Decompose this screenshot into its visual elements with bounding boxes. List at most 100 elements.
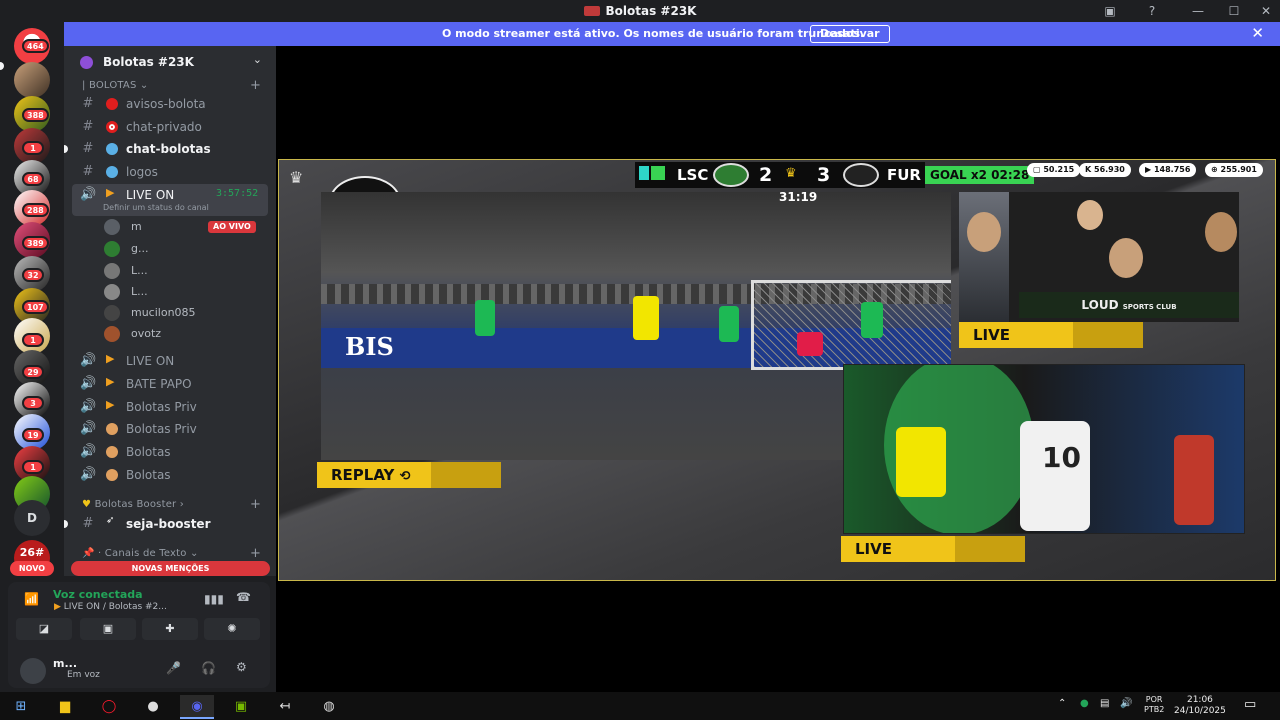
stat-value: 255.901 bbox=[1220, 165, 1257, 174]
voice-channel[interactable]: 🔊 Bolotas Priv bbox=[72, 418, 268, 440]
chevron-down-icon[interactable]: ⌄ bbox=[253, 53, 262, 66]
voice-channel-live-on-active[interactable]: 🔊 ▶ LIVE ON 3:57:52 Definir um status do… bbox=[72, 184, 268, 216]
globe-icon: ⊕ bbox=[1211, 165, 1218, 174]
network-icon[interactable]: ▤ bbox=[1100, 698, 1109, 709]
channel-label: logos bbox=[126, 165, 158, 179]
nvidia-icon[interactable]: ▣ bbox=[224, 695, 258, 719]
mention-badge: 3 bbox=[22, 396, 44, 410]
discord-icon[interactable]: ◉ bbox=[180, 695, 214, 719]
close-icon[interactable]: ✕ bbox=[1251, 24, 1264, 42]
channel-status-prompt[interactable]: Definir um status do canal bbox=[103, 203, 209, 212]
app-icon[interactable]: ↤ bbox=[268, 695, 302, 719]
channel-avisos-bolota[interactable]: # avisos-bolota bbox=[72, 93, 268, 115]
mention-badge: 29 bbox=[22, 365, 44, 379]
score-away: 3 bbox=[817, 164, 831, 186]
category-bolotas[interactable]: | BOLOTAS ⌄ + bbox=[82, 78, 261, 93]
goal-net bbox=[751, 280, 951, 370]
noise-suppression-icon[interactable]: ▮▮▮ bbox=[204, 592, 224, 606]
app-icon[interactable]: ● bbox=[136, 695, 170, 719]
windows-start-icon[interactable]: ⊞ bbox=[4, 695, 38, 719]
maximize-button[interactable]: ☐ bbox=[1224, 2, 1244, 20]
voice-channel[interactable]: 🔊 ▶ Bolotas Priv bbox=[72, 396, 268, 418]
minimize-button[interactable]: — bbox=[1188, 2, 1208, 20]
channel-label: LIVE ON bbox=[126, 188, 175, 202]
mention-badge: 19 bbox=[22, 428, 44, 442]
camera-button[interactable]: ◪ bbox=[16, 618, 72, 640]
channel-label: chat-bolotas bbox=[126, 142, 211, 156]
channel-logos[interactable]: # logos bbox=[72, 161, 268, 183]
replay-icon: ⟲ bbox=[399, 469, 411, 484]
globe-icon bbox=[106, 166, 118, 178]
volume-icon[interactable]: 🔊 bbox=[1120, 698, 1132, 709]
voice-channel[interactable]: 🔊 ▶ BATE PAPO bbox=[72, 373, 268, 395]
voice-connected-subtitle[interactable]: ▶ LIVE ON / Bolotas #2... bbox=[54, 602, 167, 612]
new-server-badge[interactable]: NOVO bbox=[10, 561, 54, 576]
voice-user-name: g... bbox=[131, 242, 149, 255]
help-icon[interactable]: ? bbox=[1142, 2, 1162, 20]
avatar bbox=[104, 263, 120, 279]
user-status: Em voz bbox=[67, 670, 100, 680]
soundboard-button[interactable]: ✺ bbox=[204, 618, 260, 640]
add-channel-icon[interactable]: + bbox=[250, 546, 261, 561]
language-indicator[interactable]: POR PTB2 bbox=[1144, 695, 1164, 715]
signal-icon[interactable]: 📶 bbox=[24, 592, 39, 606]
crown-icon: ♛ bbox=[289, 168, 304, 187]
deactivate-button[interactable]: Desativar bbox=[810, 25, 890, 43]
add-channel-icon[interactable]: + bbox=[250, 78, 261, 93]
mention-badge: 1 bbox=[22, 141, 44, 155]
guild-icon bbox=[80, 56, 93, 69]
avatar bbox=[104, 326, 120, 342]
channel-label: LIVE ON bbox=[126, 354, 175, 368]
hash-icon: # bbox=[82, 516, 94, 531]
server-icon[interactable] bbox=[14, 62, 50, 98]
voice-channel[interactable]: 🔊 ▶ LIVE ON bbox=[72, 350, 268, 372]
loud-brand-sign: LOUD SPORTS CLUB bbox=[1019, 292, 1239, 318]
title-bar: Bolotas #23K ▣ ? — ☐ ✕ bbox=[0, 0, 1280, 22]
add-channel-icon[interactable]: + bbox=[250, 497, 261, 512]
notification-icon[interactable]: ▭ bbox=[1244, 697, 1256, 712]
voice-channel[interactable]: 🔊 Bolotas bbox=[72, 441, 268, 463]
clock-time: 21:06 bbox=[1186, 695, 1213, 705]
window-close-button[interactable]: ✕ bbox=[1256, 2, 1276, 20]
category-canais-texto[interactable]: 📌 · Canais de Texto ⌄ + bbox=[82, 546, 261, 561]
server-letter-icon[interactable]: D bbox=[14, 500, 50, 536]
channel-seja-booster[interactable]: # ➶ seja-booster bbox=[72, 513, 268, 535]
category-label: Bolotas Booster bbox=[94, 499, 177, 510]
hash-icon: # bbox=[82, 119, 94, 134]
obs-icon[interactable]: ◍ bbox=[312, 695, 346, 719]
voice-channel[interactable]: 🔊 Bolotas bbox=[72, 464, 268, 486]
headphones-icon[interactable]: 🎧 bbox=[201, 661, 216, 675]
category-booster[interactable]: ♥ Bolotas Booster › + bbox=[82, 497, 261, 512]
user-name[interactable]: m... bbox=[53, 657, 77, 670]
team-away-crest bbox=[843, 163, 879, 187]
disconnect-icon[interactable]: ☎ bbox=[236, 590, 251, 604]
goal-label: GOAL x2 bbox=[930, 168, 987, 182]
no-entry-icon bbox=[106, 121, 118, 133]
channel-chat-bolotas[interactable]: # chat-bolotas bbox=[72, 138, 268, 160]
streamer-mode-banner: O modo streamer está ativo. Os nomes de … bbox=[64, 22, 1280, 46]
hash-icon: # bbox=[82, 164, 94, 179]
tray-app-icon[interactable]: ● bbox=[1080, 698, 1089, 709]
file-explorer-icon[interactable]: ▆ bbox=[48, 695, 82, 719]
guild-header[interactable]: Bolotas #23K ⌄ bbox=[64, 48, 276, 76]
clock[interactable]: 21:06 24/10/2025 bbox=[1174, 695, 1226, 717]
voice-user-name: mucilon085 bbox=[131, 306, 196, 319]
stream-video[interactable]: ♛ BIS LSC 2 ♛ 3 FUR GOAL x2 02:28 31:19 … bbox=[278, 159, 1276, 581]
speaker-icon: 🔊 bbox=[80, 399, 97, 414]
microphone-icon[interactable]: 🎤 bbox=[166, 661, 181, 675]
channel-chat-privado[interactable]: # chat-privado bbox=[72, 116, 268, 138]
channel-label: Bolotas bbox=[126, 468, 171, 482]
screen-share-button[interactable]: ▣ bbox=[80, 618, 136, 640]
opera-icon[interactable]: ◯ bbox=[92, 695, 126, 719]
score-home: 2 bbox=[759, 164, 773, 186]
avatar bbox=[104, 284, 120, 300]
inbox-icon[interactable]: ▣ bbox=[1100, 2, 1120, 20]
speaker-icon: 🔊 bbox=[80, 187, 97, 202]
live-tag-top: LIVE bbox=[959, 322, 1143, 348]
category-label: | BOLOTAS bbox=[82, 80, 137, 91]
chevron-up-icon[interactable]: ⌃ bbox=[1058, 698, 1066, 709]
gear-icon[interactable]: ⚙ bbox=[236, 660, 247, 674]
new-mentions-bar[interactable]: NOVAS MENÇÕES bbox=[71, 561, 270, 576]
avatar[interactable] bbox=[20, 658, 46, 684]
activities-button[interactable]: ✚ bbox=[142, 618, 198, 640]
